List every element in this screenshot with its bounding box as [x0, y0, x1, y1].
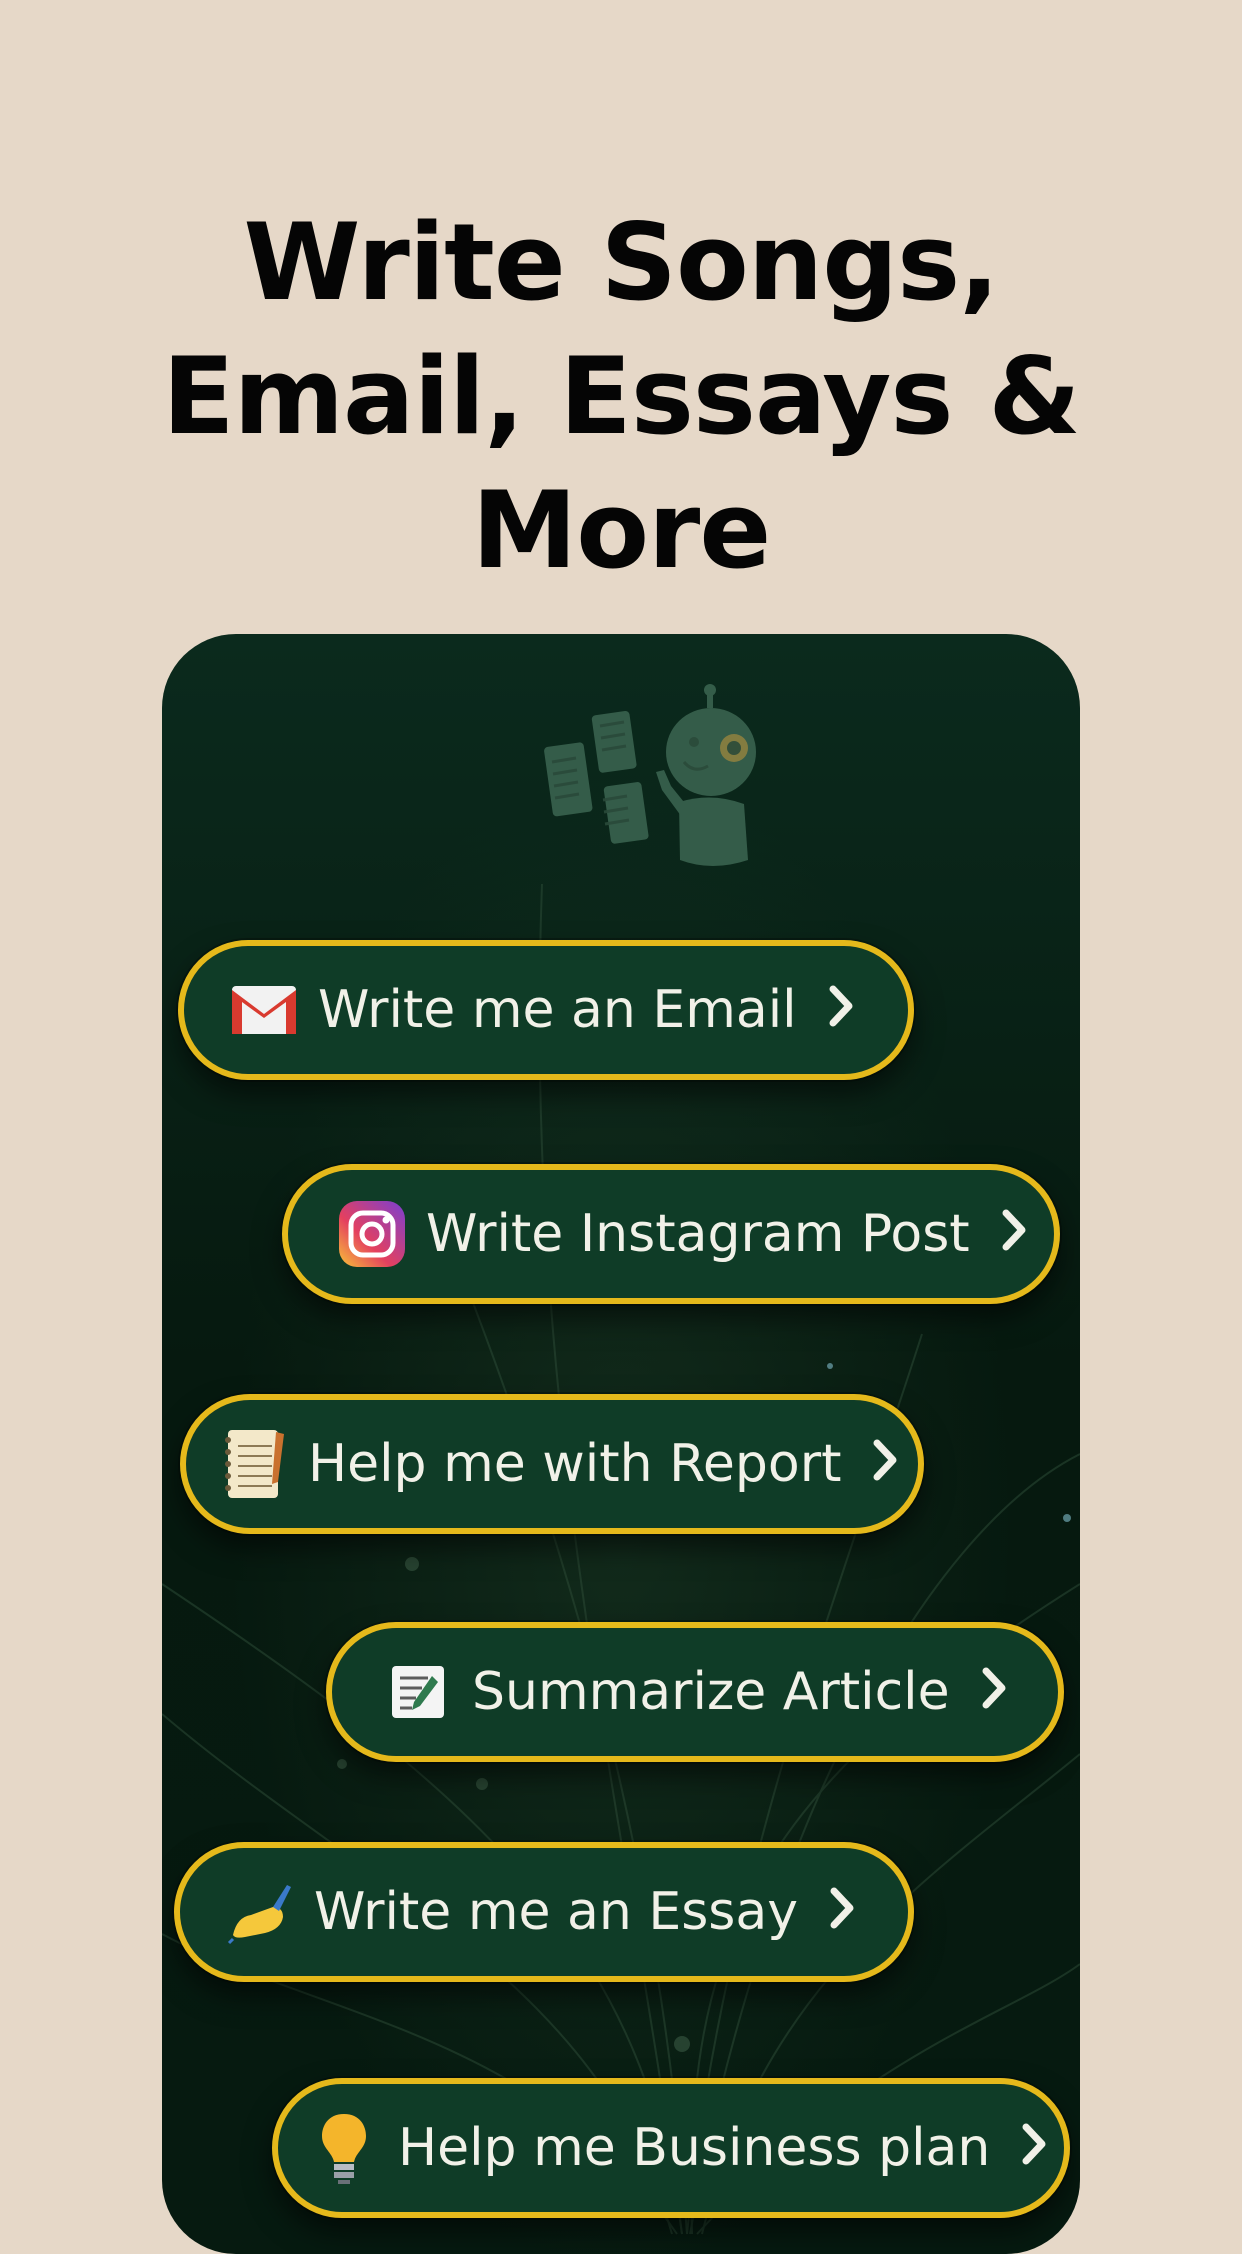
option-business-plan[interactable]: Help me Business plan: [272, 2078, 1070, 2218]
option-write-instagram-post[interactable]: Write Instagram Post: [282, 1164, 1060, 1304]
notebook-icon: [218, 1428, 290, 1500]
chevron-right-icon: [871, 1434, 899, 1494]
memo-icon: [382, 1656, 454, 1728]
chevron-right-icon: [827, 980, 855, 1040]
page-title: Write Songs, Email, Essays & More: [0, 196, 1242, 598]
option-label: Summarize Article: [472, 1662, 950, 1722]
option-label: Write me an Email: [318, 980, 797, 1040]
option-summarize-article[interactable]: Summarize Article: [326, 1622, 1064, 1762]
robot-with-documents-icon: [544, 684, 756, 866]
chevron-right-icon: [828, 1882, 856, 1942]
headline-line-2: Email, Essays &: [162, 335, 1081, 458]
option-label: Write Instagram Post: [426, 1204, 970, 1264]
chevron-right-icon: [1000, 1204, 1028, 1264]
option-write-email[interactable]: Write me an Email: [178, 940, 914, 1080]
feature-panel: Write me an Email Write Instagram Post H…: [162, 634, 1080, 2254]
headline-line-1: Write Songs,: [243, 201, 1000, 324]
gmail-icon: [228, 974, 300, 1046]
option-label: Write me an Essay: [314, 1882, 799, 1942]
lightbulb-icon: [308, 2112, 380, 2184]
option-write-essay[interactable]: Write me an Essay: [174, 1842, 914, 1982]
option-label: Help me Business plan: [398, 2118, 991, 2178]
option-help-report[interactable]: Help me with Report: [180, 1394, 924, 1534]
instagram-icon: [336, 1198, 408, 1270]
chevron-right-icon: [1020, 2118, 1048, 2178]
headline-line-3: More: [471, 469, 771, 592]
chevron-right-icon: [980, 1662, 1008, 1722]
option-label: Help me with Report: [308, 1434, 842, 1494]
writing-hand-icon: [224, 1876, 296, 1948]
